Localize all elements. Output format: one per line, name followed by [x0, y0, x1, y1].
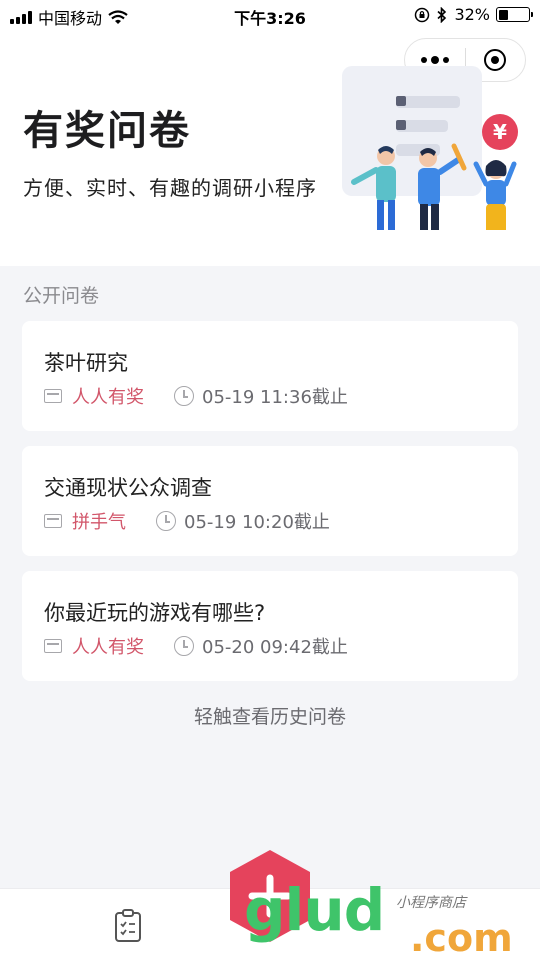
battery-fill: [498, 9, 508, 20]
envelope-icon: [44, 639, 62, 653]
survey-meta: 人人有奖 05-19 11:36截止: [44, 383, 348, 409]
survey-card[interactable]: 茶叶研究 人人有奖 05-19 11:36截止: [22, 321, 518, 431]
clock-icon: [174, 386, 194, 406]
battery-percent: 32%: [454, 5, 490, 24]
survey-title: 交通现状公众调查: [44, 476, 212, 500]
page-title: 有奖问卷: [23, 108, 191, 154]
clock-icon: [156, 511, 176, 531]
status-bar: 中国移动 下午3:26 32%: [0, 0, 540, 30]
survey-meta: 拼手气 05-19 10:20截止: [44, 508, 330, 534]
history-link[interactable]: 轻触查看历史问卷: [0, 702, 540, 729]
battery-icon: [496, 7, 533, 22]
clock-icon: [174, 636, 194, 656]
rotation-lock-icon: [415, 7, 430, 22]
page-subtitle: 方便、实时、有趣的调研小程序: [23, 176, 317, 200]
section-label: 公开问卷: [23, 285, 100, 307]
bluetooth-icon: [437, 6, 447, 23]
reward-tag: 人人有奖: [72, 637, 144, 658]
survey-illustration: ¥: [342, 66, 518, 230]
survey-meta: 人人有奖 05-20 09:42截止: [44, 633, 348, 659]
watermark-brand: glud: [244, 876, 385, 944]
survey-title: 茶叶研究: [44, 351, 128, 375]
watermark-domain: .com: [410, 916, 513, 960]
watermark-tagline: 小程序商店: [396, 895, 466, 911]
reward-tag: 人人有奖: [72, 387, 144, 408]
clipboard-icon[interactable]: [114, 909, 142, 943]
survey-card[interactable]: 交通现状公众调查 拼手气 05-19 10:20截止: [22, 446, 518, 556]
svg-text:¥: ¥: [493, 120, 507, 144]
deadline-label: 05-19 10:20截止: [184, 512, 330, 533]
deadline-label: 05-20 09:42截止: [202, 637, 348, 658]
envelope-icon: [44, 514, 62, 528]
reward-tag: 拼手气: [72, 512, 126, 533]
envelope-icon: [44, 389, 62, 403]
survey-title: 你最近玩的游戏有哪些?: [44, 601, 266, 625]
status-right: 32%: [414, 5, 533, 24]
survey-card[interactable]: 你最近玩的游戏有哪些? 人人有奖 05-20 09:42截止: [22, 571, 518, 681]
deadline-label: 05-19 11:36截止: [202, 387, 348, 408]
